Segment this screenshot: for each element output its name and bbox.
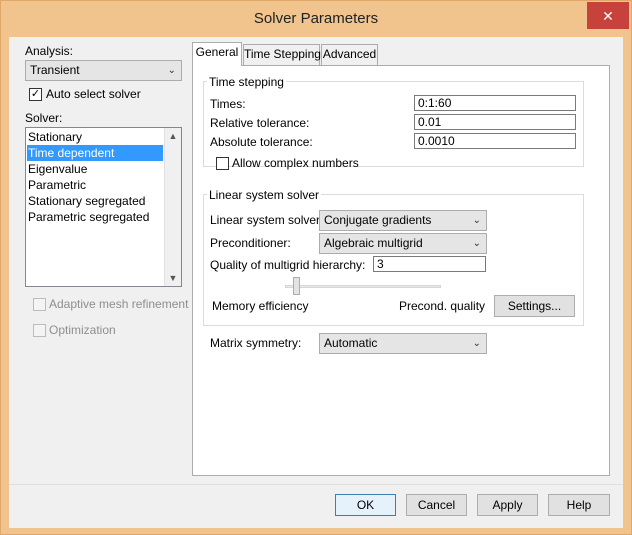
adaptive-mesh-checkbox[interactable] <box>33 298 46 311</box>
relative-tolerance-input[interactable]: 0.01 <box>414 114 576 130</box>
help-button[interactable]: Help <box>548 494 610 516</box>
linear-solver-dropdown[interactable]: Conjugate gradients ⌄ <box>319 210 487 231</box>
linear-solver-value: Conjugate gradients <box>324 213 432 227</box>
dialog-window: Solver Parameters ✕ Analysis: Transient … <box>0 0 632 535</box>
scroll-down-icon[interactable]: ▼ <box>165 270 181 286</box>
analysis-value: Transient <box>30 63 80 77</box>
absolute-tolerance-label: Absolute tolerance: <box>210 135 313 149</box>
linear-solver-label: Linear system solver: <box>210 213 324 227</box>
dialog-client-area: Analysis: Transient ⌄ ✓ Auto select solv… <box>9 37 623 528</box>
solver-label: Solver: <box>25 111 63 125</box>
allow-complex-label: Allow complex numbers <box>232 156 359 170</box>
apply-button[interactable]: Apply <box>477 494 538 516</box>
general-tab-panel: Time stepping Times: 0:1:60 Relative tol… <box>192 65 610 476</box>
auto-select-checkbox[interactable]: ✓ <box>29 88 42 101</box>
window-title: Solver Parameters <box>253 10 379 27</box>
checkmark-icon: ✓ <box>30 88 41 100</box>
quality-slider-thumb[interactable] <box>293 277 300 295</box>
close-button[interactable]: ✕ <box>587 2 629 29</box>
allow-complex-checkbox[interactable] <box>216 157 229 170</box>
relative-tolerance-label: Relative tolerance: <box>210 116 310 130</box>
multigrid-quality-label: Quality of multigrid hierarchy: <box>210 258 366 272</box>
multigrid-quality-input[interactable]: 3 <box>373 256 486 272</box>
close-icon: ✕ <box>602 7 614 24</box>
adaptive-mesh-label: Adaptive mesh refinement <box>49 297 189 311</box>
auto-select-label: Auto select solver <box>46 87 141 101</box>
list-item[interactable]: Stationary <box>27 129 163 145</box>
button-bar: OK Cancel Apply Help <box>9 484 623 528</box>
linear-solver-title: Linear system solver <box>207 188 322 202</box>
ok-button[interactable]: OK <box>335 494 396 516</box>
times-label: Times: <box>210 97 246 111</box>
optimization-label: Optimization <box>49 323 116 337</box>
preconditioner-dropdown[interactable]: Algebraic multigrid ⌄ <box>319 233 487 254</box>
list-item-selected[interactable]: Time dependent <box>27 145 163 161</box>
chevron-down-icon: ⌄ <box>472 238 481 249</box>
solver-listbox[interactable]: Stationary Time dependent Eigenvalue Par… <box>25 127 182 287</box>
time-stepping-title: Time stepping <box>207 75 286 89</box>
list-item[interactable]: Stationary segregated <box>27 193 163 209</box>
optimization-checkbox[interactable] <box>33 324 46 337</box>
list-item[interactable]: Parametric segregated <box>27 209 163 225</box>
list-item[interactable]: Parametric <box>27 177 163 193</box>
preconditioner-value: Algebraic multigrid <box>324 236 423 250</box>
chevron-down-icon: ⌄ <box>167 65 176 76</box>
tab-general[interactable]: General <box>192 42 242 66</box>
analysis-label: Analysis: <box>25 44 74 58</box>
memory-efficiency-label: Memory efficiency <box>212 299 309 313</box>
solver-list-scrollbar[interactable]: ▲ ▼ <box>164 128 181 286</box>
matrix-symmetry-value: Automatic <box>324 336 378 350</box>
scroll-up-icon[interactable]: ▲ <box>165 128 181 144</box>
precond-quality-label: Precond. quality <box>399 299 486 313</box>
list-item[interactable]: Eigenvalue <box>27 161 163 177</box>
cancel-button[interactable]: Cancel <box>406 494 467 516</box>
quality-slider-track[interactable] <box>285 285 441 288</box>
times-input[interactable]: 0:1:60 <box>414 95 576 111</box>
tab-advanced[interactable]: Advanced <box>321 44 378 65</box>
matrix-symmetry-label: Matrix symmetry: <box>210 336 302 350</box>
matrix-symmetry-dropdown[interactable]: Automatic ⌄ <box>319 333 487 354</box>
chevron-down-icon: ⌄ <box>472 215 481 226</box>
settings-button[interactable]: Settings... <box>494 295 575 317</box>
tab-time-stepping[interactable]: Time Stepping <box>243 44 321 65</box>
absolute-tolerance-input[interactable]: 0.0010 <box>414 133 576 149</box>
chevron-down-icon: ⌄ <box>472 338 481 349</box>
analysis-dropdown[interactable]: Transient ⌄ <box>25 60 182 81</box>
preconditioner-label: Preconditioner: <box>210 236 291 250</box>
title-bar[interactable]: Solver Parameters ✕ <box>1 1 631 37</box>
